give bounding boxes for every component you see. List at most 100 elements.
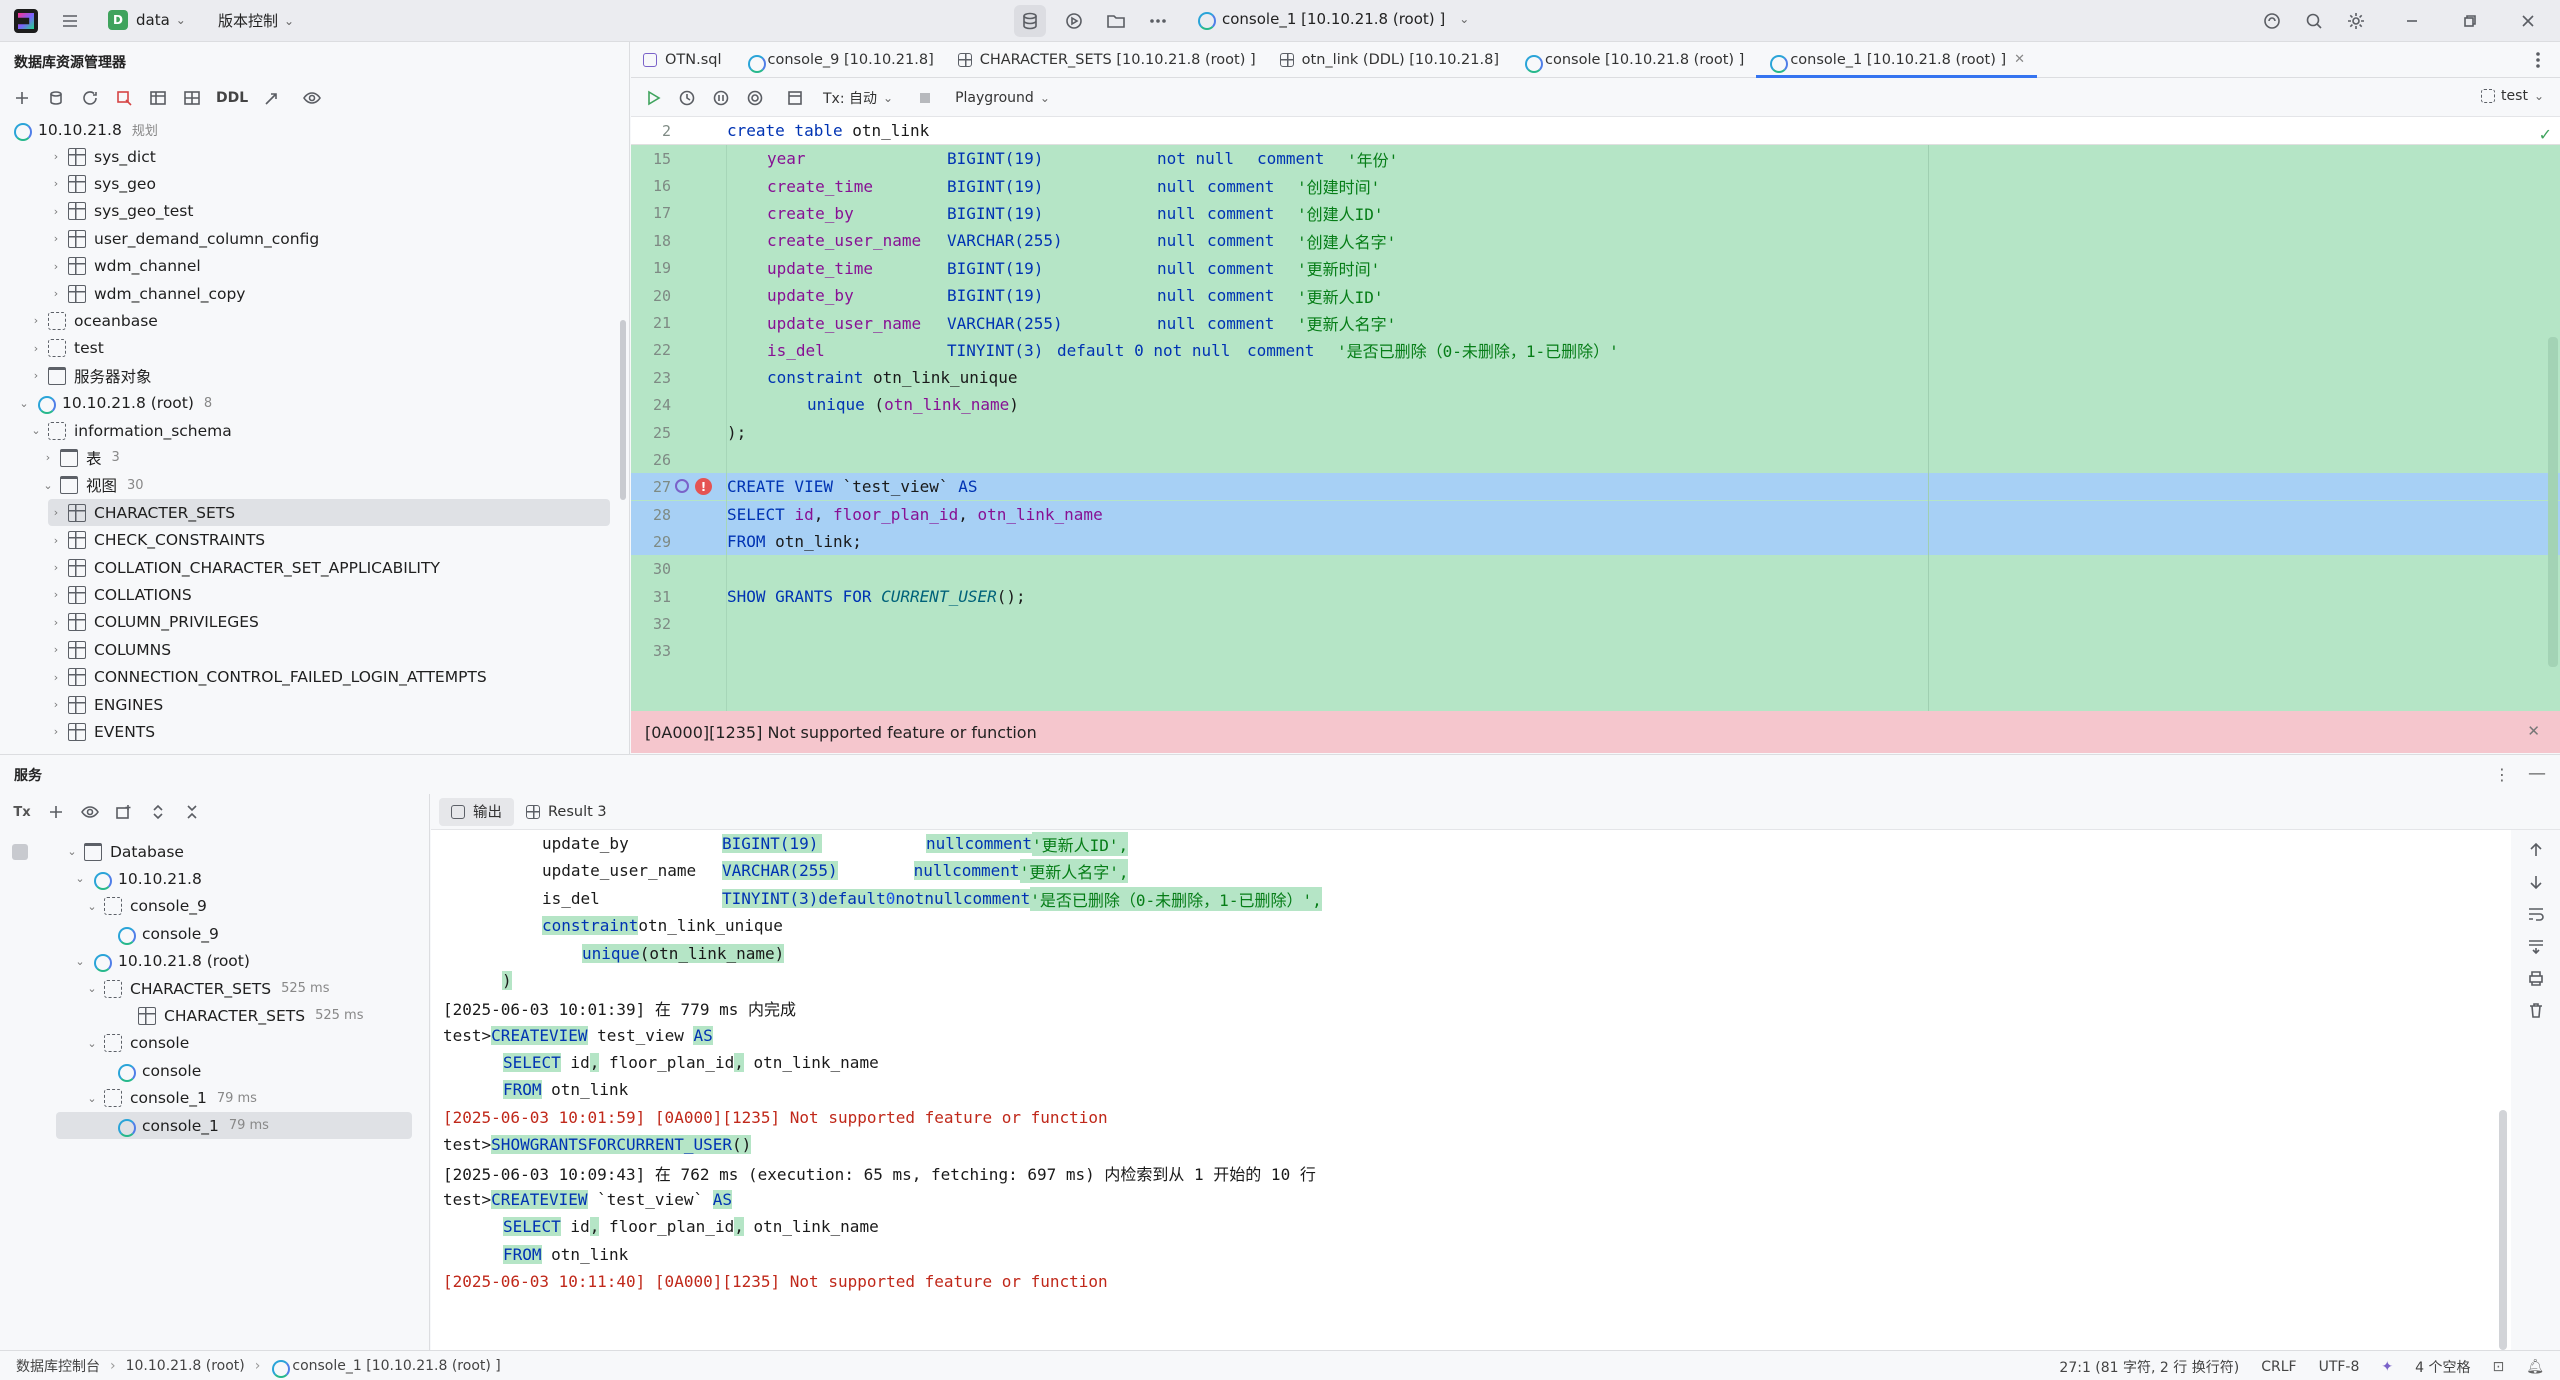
caret-position[interactable]: 27:1 (81 字符, 2 行 换行符) xyxy=(2059,1357,2239,1377)
chevron-right-icon[interactable]: › xyxy=(48,561,64,574)
trash-icon[interactable] xyxy=(2520,994,2552,1026)
project-selector[interactable]: D data ⌄ xyxy=(108,10,186,30)
settings-icon[interactable] xyxy=(739,82,771,114)
tree-item[interactable]: › wdm_channel_copy xyxy=(48,280,245,307)
chevron-right-icon[interactable]: › xyxy=(48,150,64,163)
restore-icon[interactable] xyxy=(2454,5,2486,37)
tree-item[interactable]: › COLUMNS xyxy=(48,636,171,663)
add-icon[interactable] xyxy=(40,796,72,828)
service-tree-item[interactable]: console_1 79 ms xyxy=(56,1112,412,1139)
service-tree-item[interactable]: ⌄ 10.10.21.8 (root) xyxy=(72,948,250,975)
close-error-icon[interactable]: ✕ xyxy=(2527,722,2540,740)
ddl-button[interactable]: DDL xyxy=(210,90,254,106)
print-icon[interactable] xyxy=(2520,962,2552,994)
tab-otn-sql[interactable]: OTN.sql xyxy=(631,42,734,78)
tree-item[interactable]: › sys_geo xyxy=(48,170,156,197)
execute-icon[interactable] xyxy=(637,82,669,114)
tab-output[interactable]: 输出 xyxy=(439,797,514,826)
service-tree-item[interactable]: ⌄ 10.10.21.8 xyxy=(72,865,202,892)
notifications-bell-icon[interactable]: 🔔︎ xyxy=(2526,1359,2544,1375)
sql-editor[interactable]: 2 create table otn_link 23 constraint otn… xyxy=(631,117,2560,711)
more-icon[interactable] xyxy=(1142,5,1174,37)
tab-console-9[interactable]: console_9 [10.10.21.8] xyxy=(734,42,946,78)
chevron-right-icon[interactable]: › xyxy=(48,287,64,300)
tree-item[interactable]: › 表 3 xyxy=(40,444,120,471)
chevron-right-icon[interactable]: › xyxy=(48,534,64,547)
service-tree-item[interactable]: ⌄ console xyxy=(84,1030,189,1057)
tree-item[interactable]: › sys_dict xyxy=(48,143,156,170)
scroll-to-end-icon[interactable] xyxy=(2520,930,2552,962)
breadcrumb-item[interactable]: console_1 [10.10.21.8 (root) ] xyxy=(292,1358,500,1374)
chevron-right-icon[interactable]: › xyxy=(28,314,44,327)
chevron-right-icon[interactable]: › xyxy=(48,643,64,656)
line-ending[interactable]: CRLF xyxy=(2261,1359,2296,1375)
stop-icon[interactable] xyxy=(12,844,28,860)
tab-character-sets[interactable]: CHARACTER_SETS [10.10.21.8 (root) ] xyxy=(946,42,1268,78)
tab-result-3[interactable]: Result 3 xyxy=(514,794,619,830)
chevron-right-icon[interactable]: › xyxy=(28,342,44,355)
tree-item[interactable]: › COLLATIONS xyxy=(48,581,192,608)
chevron-right-icon[interactable]: › xyxy=(28,369,44,382)
chevron-right-icon[interactable]: › xyxy=(48,506,64,519)
chevron-right-icon[interactable]: › xyxy=(40,451,56,464)
scroll-down-icon[interactable] xyxy=(2520,866,2552,898)
service-tree-item[interactable]: ⌄ Database xyxy=(64,838,184,865)
indent-setting[interactable]: 4 个空格 xyxy=(2415,1357,2470,1377)
file-encoding[interactable]: UTF-8 xyxy=(2319,1359,2360,1375)
stop-icon[interactable] xyxy=(909,82,941,114)
chevron-right-icon[interactable]: › xyxy=(48,698,64,711)
chevron-down-icon[interactable]: ⌄ xyxy=(84,900,100,913)
service-tree-item[interactable]: ⌄ console_1 79 ms xyxy=(84,1085,257,1112)
chevron-right-icon[interactable]: › xyxy=(48,588,64,601)
close-window-icon[interactable] xyxy=(2512,5,2544,37)
table-icon[interactable] xyxy=(142,82,174,114)
settings-gear-icon[interactable] xyxy=(2340,5,2372,37)
chevron-down-icon[interactable]: ⌄ xyxy=(16,397,32,410)
services-options-icon[interactable]: ⋮ xyxy=(2494,765,2510,784)
add-icon[interactable] xyxy=(6,82,38,114)
hide-panel-icon[interactable]: — xyxy=(2528,763,2546,784)
disconnect-icon[interactable] xyxy=(108,82,140,114)
search-icon[interactable] xyxy=(2298,5,2330,37)
tree-scrollbar[interactable] xyxy=(620,320,626,500)
chevron-down-icon[interactable]: ⌄ xyxy=(72,955,88,968)
tree-item[interactable]: › test xyxy=(28,335,104,362)
tree-item[interactable]: › COLLATION_CHARACTER_SET_APPLICABILITY xyxy=(48,554,440,581)
service-tree-item[interactable]: console xyxy=(112,1057,201,1084)
tree-item[interactable]: › user_demand_column_config xyxy=(48,225,319,252)
chevron-right-icon[interactable]: › xyxy=(48,177,64,190)
chevron-down-icon[interactable]: ⌄ xyxy=(72,872,88,885)
services-icon[interactable] xyxy=(1058,5,1090,37)
breadcrumb-item[interactable]: 10.10.21.8 (root) xyxy=(126,1358,245,1374)
chevron-down-icon[interactable]: ⌄ xyxy=(28,424,44,437)
tree-item[interactable]: › ENGINES xyxy=(48,691,163,718)
tree-item[interactable]: › 服务器对象 xyxy=(28,362,152,389)
new-session-icon[interactable] xyxy=(108,796,140,828)
chevron-down-icon[interactable]: ⌄ xyxy=(64,845,80,858)
folder-icon[interactable] xyxy=(1100,5,1132,37)
service-tree-item[interactable]: CHARACTER_SETS 525 ms xyxy=(134,1002,364,1029)
layout-icon[interactable] xyxy=(779,82,811,114)
ai-assistant-icon[interactable] xyxy=(2256,5,2288,37)
tree-item[interactable]: › CONNECTION_CONTROL_FAILED_LOGIN_ATTEMPT… xyxy=(48,664,487,691)
collapse-all-icon[interactable] xyxy=(176,796,208,828)
tree-item[interactable]: › oceanbase xyxy=(28,307,158,334)
ai-status-icon[interactable]: ✦ xyxy=(2381,1359,2393,1375)
expand-all-icon[interactable] xyxy=(142,796,174,828)
breadcrumb-item[interactable]: 数据库控制台 xyxy=(16,1356,100,1376)
scroll-up-icon[interactable] xyxy=(2520,834,2552,866)
soft-wrap-icon[interactable] xyxy=(2520,898,2552,930)
chevron-right-icon[interactable]: › xyxy=(48,616,64,629)
tree-item[interactable]: › EVENTS xyxy=(48,718,155,745)
chevron-right-icon[interactable]: › xyxy=(48,671,64,684)
chevron-right-icon[interactable]: › xyxy=(48,260,64,273)
output-scrollbar[interactable] xyxy=(2499,1110,2507,1350)
run-config-selector[interactable]: console_1 [10.10.21.8 (root) ] ⌄ xyxy=(1196,10,1469,30)
chevron-down-icon[interactable]: ⌄ xyxy=(84,1092,100,1105)
tree-item[interactable]: › sys_geo_test xyxy=(48,198,193,225)
error-icon[interactable]: ! xyxy=(695,478,712,495)
run-gutter-icon[interactable] xyxy=(675,479,689,493)
refresh-icon[interactable] xyxy=(74,82,106,114)
database-icon[interactable] xyxy=(1014,5,1046,37)
jump-icon[interactable] xyxy=(256,82,288,114)
